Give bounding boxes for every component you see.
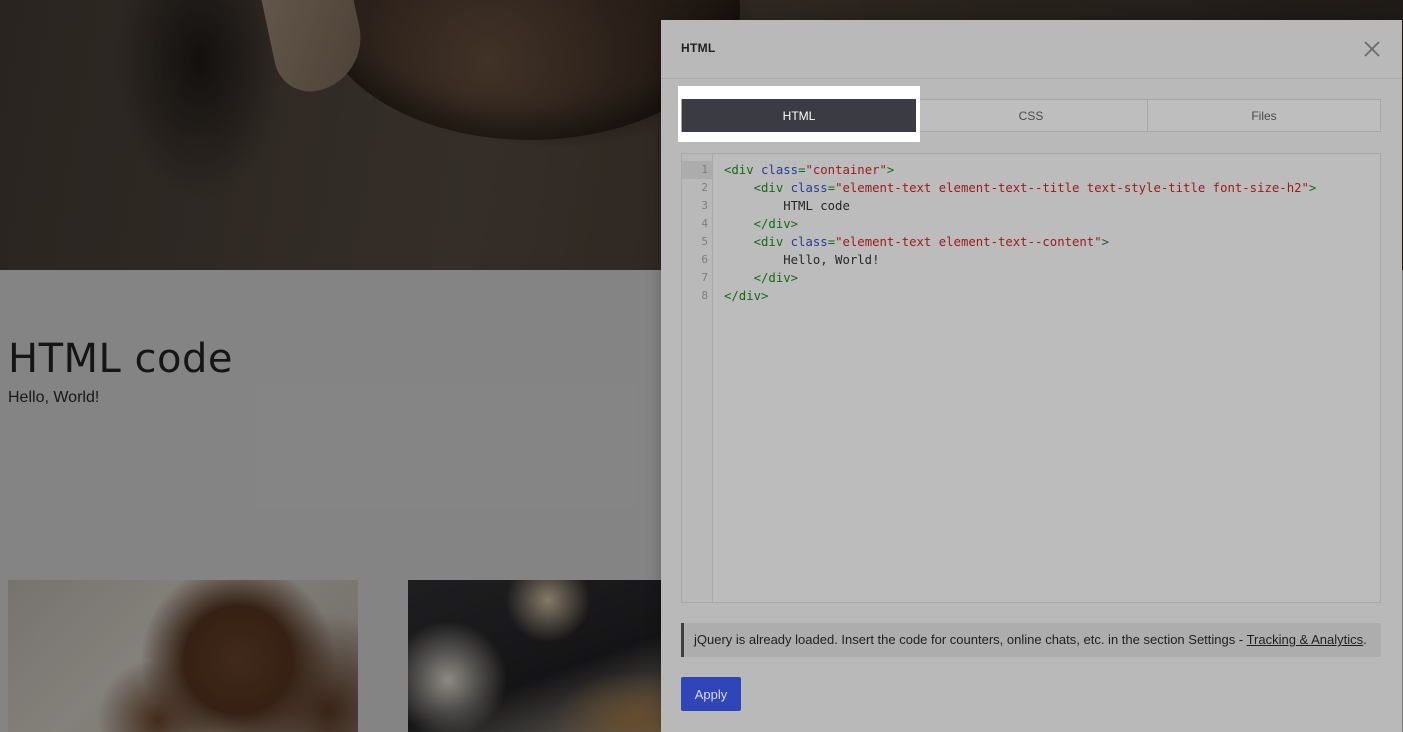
- code-line: <div class="element-text element-text--c…: [753, 235, 1110, 249]
- tracking-analytics-link[interactable]: Tracking & Analytics: [1247, 632, 1364, 647]
- tab-files[interactable]: Files: [1147, 100, 1380, 131]
- line-number: 6: [701, 253, 708, 266]
- code-line: </div>: [753, 271, 799, 285]
- line-number: 8: [701, 289, 708, 302]
- apply-button[interactable]: Apply: [681, 677, 741, 711]
- code-line: <div class="element-text element-text--t…: [753, 181, 1317, 195]
- line-number: 7: [701, 271, 708, 284]
- line-number: 1: [682, 161, 712, 179]
- close-icon[interactable]: [1362, 39, 1382, 59]
- line-number: 4: [701, 217, 708, 230]
- tab-html[interactable]: HTML: [681, 99, 916, 132]
- code-line: Hello, World!: [783, 253, 880, 267]
- notice-text: jQuery is already loaded. Insert the cod…: [694, 632, 1247, 647]
- code-line: </div>: [753, 217, 799, 231]
- code-editor[interactable]: 1 2 3 4 5 6 7 8 <div class="container"> …: [681, 153, 1381, 603]
- code-line: HTML code: [783, 199, 850, 213]
- notice-suffix: .: [1363, 632, 1367, 647]
- modal-header: HTML: [661, 20, 1402, 79]
- line-number: 3: [701, 199, 708, 212]
- tab-css[interactable]: CSS: [914, 100, 1147, 131]
- modal-title: HTML: [681, 41, 716, 55]
- line-number: 5: [701, 235, 708, 248]
- line-number: 2: [701, 181, 708, 194]
- info-notice: jQuery is already loaded. Insert the cod…: [681, 623, 1381, 657]
- line-gutter: 1 2 3 4 5 6 7 8: [682, 154, 713, 602]
- code-line: <div class="container">: [724, 163, 895, 177]
- code-line: </div>: [724, 289, 769, 303]
- html-modal: HTML CSS Files HTML 1 2 3 4 5 6 7 8 <div…: [661, 20, 1402, 732]
